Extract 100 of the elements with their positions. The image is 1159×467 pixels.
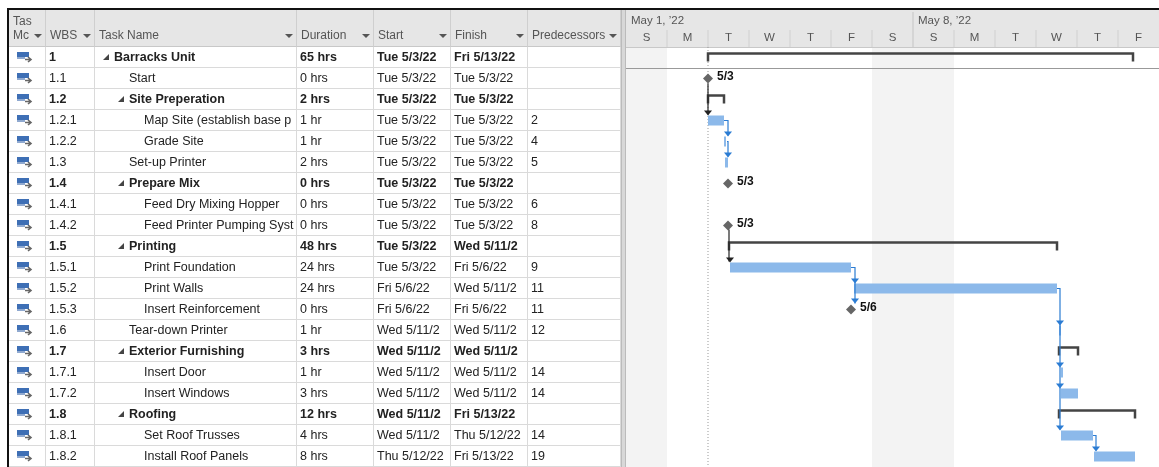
- task-name-cell-text: Insert Reinforcement: [144, 301, 261, 318]
- task-mode-icon: [17, 366, 34, 378]
- collapse-toggle-icon[interactable]: [118, 348, 124, 354]
- dependency-arrow: [723, 119, 732, 137]
- day-label: S: [642, 31, 651, 43]
- task-name-cell-text: Print Walls: [144, 280, 204, 297]
- summary-bar: [1057, 346, 1080, 356]
- task-mode-icon: [17, 114, 34, 126]
- wbs-cell-text: 1.7.2: [49, 385, 77, 402]
- finish-cell-text: Fri 5/13/22: [454, 49, 516, 66]
- dropdown-caret-icon[interactable]: [516, 34, 524, 38]
- milestone-diamond: [703, 73, 713, 84]
- task-name-cell-text: Prepare Mix: [129, 175, 200, 192]
- task-mode-icon: [17, 282, 34, 294]
- duration-cell-text: 3 hrs: [300, 385, 328, 402]
- collapse-toggle-icon[interactable]: [118, 243, 124, 249]
- finish-cell-text: Tue 5/3/22: [454, 112, 514, 129]
- dropdown-caret-icon[interactable]: [285, 34, 293, 38]
- column-header[interactable]: Duration: [297, 10, 374, 47]
- start-cell-text: Tue 5/3/22: [377, 133, 437, 150]
- wbs-cell-text: 1: [49, 49, 56, 66]
- milestone-diamond: [723, 178, 733, 189]
- task-mode-icon: [17, 408, 34, 420]
- task-bar: [1094, 451, 1135, 462]
- collapse-toggle-icon[interactable]: [118, 96, 124, 102]
- start-cell-text: Tue 5/3/22: [377, 154, 437, 171]
- wbs-cell-text: 1.3: [49, 154, 67, 171]
- column-header[interactable]: Start: [374, 10, 451, 47]
- day-label: W: [764, 31, 775, 43]
- wbs-cell-text: 1.4: [49, 175, 67, 192]
- task-mode-icon: [17, 240, 34, 252]
- collapse-toggle-icon[interactable]: [118, 180, 124, 186]
- start-cell-text: Tue 5/3/22: [377, 175, 437, 192]
- milestone-diamond: [846, 304, 856, 315]
- task-mode-icon: [17, 72, 34, 84]
- predecessors-cell-text: 2: [531, 112, 538, 129]
- week-label: May 8, ’22: [918, 14, 972, 26]
- task-name-cell-text: Install Roof Panels: [144, 448, 249, 465]
- duration-cell-text: 2 hrs: [300, 91, 330, 108]
- start-cell-text: Tue 5/3/22: [377, 217, 437, 234]
- wbs-cell-text: 1.4.2: [49, 217, 77, 234]
- column-header[interactable]: Task Name: [95, 10, 297, 47]
- task-name-cell-text: Insert Door: [144, 364, 206, 381]
- finish-cell-text: Wed 5/11/2: [454, 280, 517, 297]
- start-cell-text: Wed 5/11/2: [377, 385, 440, 402]
- start-cell-text: Fri 5/6/22: [377, 301, 430, 318]
- dropdown-caret-icon[interactable]: [609, 34, 617, 38]
- day-label: M: [969, 31, 980, 43]
- dropdown-caret-icon[interactable]: [362, 34, 370, 38]
- duration-cell-text: 0 hrs: [300, 175, 330, 192]
- start-cell-text: Tue 5/3/22: [377, 49, 437, 66]
- duration-cell-text: 0 hrs: [300, 217, 328, 234]
- task-mode-icon: [17, 177, 34, 189]
- task-mode-icon: [17, 93, 34, 105]
- duration-cell-text: 0 hrs: [300, 70, 328, 87]
- predecessors-cell-text: 14: [531, 364, 545, 381]
- day-label: T: [1012, 31, 1019, 43]
- task-bar: [1061, 388, 1078, 399]
- dropdown-caret-icon[interactable]: [83, 34, 91, 38]
- collapse-toggle-icon[interactable]: [103, 54, 109, 60]
- start-cell-text: Tue 5/3/22: [377, 112, 437, 129]
- task-mode-icon: [17, 303, 34, 315]
- task-mode-icon: [17, 324, 34, 336]
- column-header[interactable]: Finish: [451, 10, 528, 47]
- finish-cell-text: Tue 5/3/22: [454, 175, 514, 192]
- day-label: S: [929, 31, 938, 43]
- task-mode-icon: [17, 429, 34, 441]
- milestone-date-label: 5/3: [717, 68, 734, 83]
- dropdown-caret-icon[interactable]: [439, 34, 447, 38]
- task-name-cell-text: Grade Site: [144, 133, 204, 150]
- predecessors-cell-text: 8: [531, 217, 538, 234]
- task-name-cell-text: Printing: [129, 238, 177, 255]
- day-label: F: [848, 31, 855, 43]
- wbs-cell-text: 1.1: [49, 70, 67, 87]
- duration-cell-text: 24 hrs: [300, 259, 335, 276]
- task-mode-icon: [17, 135, 34, 147]
- finish-cell-text: Wed 5/11/2: [454, 364, 517, 381]
- task-name-cell-text: Feed Printer Pumping Syst: [144, 217, 294, 234]
- start-cell-text: Wed 5/11/2: [377, 343, 441, 360]
- predecessors-cell-text: 14: [531, 385, 545, 402]
- finish-cell-text: Fri 5/6/22: [454, 259, 507, 276]
- predecessors-cell-text: 11: [531, 280, 544, 297]
- duration-cell-text: 65 hrs: [300, 49, 337, 66]
- column-header[interactable]: Tas Mc: [9, 10, 46, 47]
- start-cell-text: Wed 5/11/2: [377, 427, 440, 444]
- wbs-cell-text: 1.5.2: [49, 280, 77, 297]
- day-label: M: [682, 31, 693, 43]
- task-mode-icon: [17, 261, 34, 273]
- task-bar: [708, 115, 724, 126]
- wbs-cell-text: 1.4.1: [49, 196, 77, 213]
- duration-cell-text: 48 hrs: [300, 238, 337, 255]
- task-name-cell-text: Start: [129, 70, 156, 87]
- dependency-arrow: [704, 82, 712, 116]
- dropdown-caret-icon[interactable]: [34, 34, 42, 38]
- column-header[interactable]: WBS: [46, 10, 95, 47]
- predecessors-cell-text: 12: [531, 322, 545, 339]
- collapse-toggle-icon[interactable]: [118, 411, 124, 417]
- finish-cell-text: Tue 5/3/22: [454, 196, 514, 213]
- column-header[interactable]: Predecessors: [528, 10, 621, 47]
- finish-cell-text: Tue 5/3/22: [454, 91, 514, 108]
